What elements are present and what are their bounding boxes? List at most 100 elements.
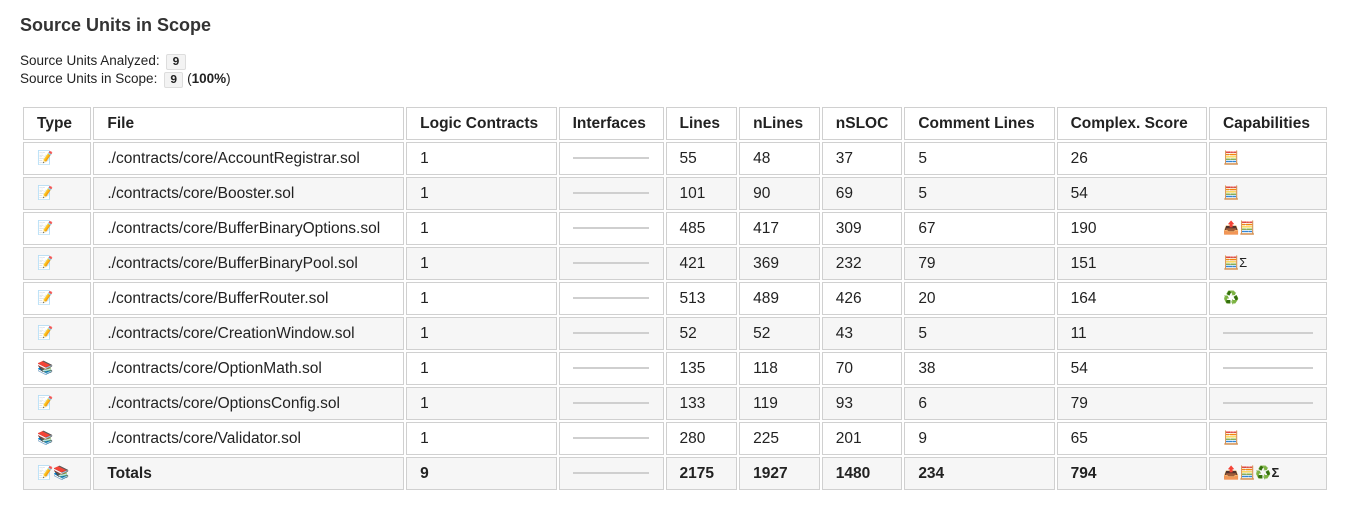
cell-logic: 1 bbox=[406, 212, 557, 245]
cell-type: 📝 bbox=[23, 212, 92, 245]
cell-nlines: 119 bbox=[739, 387, 820, 420]
cell-nsloc: 37 bbox=[821, 142, 903, 175]
cell-file: ./contracts/core/Booster.sol bbox=[93, 177, 405, 210]
cell-nlines: 417 bbox=[739, 212, 820, 245]
totals-nsloc: 1480 bbox=[821, 457, 903, 490]
cell-complex: 79 bbox=[1056, 387, 1207, 420]
header-type: Type bbox=[23, 107, 92, 140]
cell-nlines: 489 bbox=[739, 282, 820, 315]
capabilities-icons: 📤🧮♻️Σ bbox=[1222, 465, 1280, 481]
report-page: Source Units in Scope Source Units Analy… bbox=[0, 0, 1349, 505]
cell-interfaces bbox=[558, 387, 664, 420]
cell-capabilities bbox=[1208, 317, 1327, 350]
memo-books-icon: 📝📚 bbox=[37, 465, 70, 481]
memo-icon: 📝 bbox=[37, 150, 54, 166]
header-nsloc: nSLOC bbox=[821, 107, 903, 140]
totals-interfaces bbox=[558, 457, 664, 490]
cell-comments: 20 bbox=[904, 282, 1055, 315]
cell-interfaces bbox=[558, 177, 664, 210]
capabilities-icons: ♻️ bbox=[1222, 290, 1240, 306]
capabilities-icons: 🧮 bbox=[1222, 185, 1240, 201]
cell-complex: 190 bbox=[1056, 212, 1207, 245]
empty-dash bbox=[1222, 367, 1313, 370]
header-file: File bbox=[93, 107, 405, 140]
cell-capabilities bbox=[1208, 387, 1327, 420]
empty-dash bbox=[1222, 332, 1313, 335]
memo-icon: 📝 bbox=[37, 220, 54, 236]
cell-nlines: 52 bbox=[739, 317, 820, 350]
cell-type: 📝 bbox=[23, 317, 92, 350]
cell-interfaces bbox=[558, 282, 664, 315]
cell-capabilities: 📤🧮 bbox=[1208, 212, 1327, 245]
table-row: 📝 ./contracts/core/Booster.sol 1 101 90 69 5 54… bbox=[23, 177, 1327, 210]
header-logic-contracts: Logic Contracts bbox=[406, 107, 557, 140]
table-row: 📝 ./contracts/core/AccountRegistrar.sol 1 5… bbox=[23, 142, 1327, 175]
cell-lines: 133 bbox=[665, 387, 738, 420]
empty-dash bbox=[1222, 402, 1313, 405]
totals-logic: 9 bbox=[406, 457, 557, 490]
cell-capabilities: ♻️ bbox=[1208, 282, 1327, 315]
cell-file: ./contracts/core/AccountRegistrar.sol bbox=[93, 142, 405, 175]
cell-file: ./contracts/core/CreationWindow.sol bbox=[93, 317, 405, 350]
table-row: 📚 ./contracts/core/Validator.sol 1 280 225 20… bbox=[23, 422, 1327, 455]
cell-comments: 5 bbox=[904, 177, 1055, 210]
memo-icon: 📝 bbox=[37, 255, 54, 271]
empty-dash bbox=[572, 367, 649, 370]
cell-logic: 1 bbox=[406, 177, 557, 210]
empty-dash bbox=[572, 297, 649, 300]
source-units-table: Type File Logic Contracts Interfaces Lin… bbox=[21, 105, 1329, 492]
summary-scope-pct-wrap: (100%) bbox=[187, 71, 231, 86]
empty-dash bbox=[572, 437, 649, 440]
cell-interfaces bbox=[558, 317, 664, 350]
table-row: 📝 ./contracts/core/BufferBinaryOptions.so… bbox=[23, 212, 1327, 245]
cell-interfaces bbox=[558, 352, 664, 385]
empty-dash bbox=[572, 472, 649, 475]
cell-nsloc: 70 bbox=[821, 352, 903, 385]
cell-comments: 9 bbox=[904, 422, 1055, 455]
summary-scope-label: Source Units in Scope: bbox=[20, 71, 158, 86]
books-icon: 📚 bbox=[37, 360, 54, 376]
summary-analyzed-label: Source Units Analyzed: bbox=[20, 53, 160, 68]
cell-interfaces bbox=[558, 247, 664, 280]
summary-analyzed-value: 9 bbox=[166, 54, 186, 70]
cell-nlines: 225 bbox=[739, 422, 820, 455]
cell-logic: 1 bbox=[406, 142, 557, 175]
header-capabilities: Capabilities bbox=[1208, 107, 1327, 140]
cell-complex: 54 bbox=[1056, 177, 1207, 210]
cell-nlines: 118 bbox=[739, 352, 820, 385]
cell-capabilities: 🧮Σ bbox=[1208, 247, 1327, 280]
cell-file: ./contracts/core/OptionsConfig.sol bbox=[93, 387, 405, 420]
cell-logic: 1 bbox=[406, 282, 557, 315]
empty-dash bbox=[572, 157, 649, 160]
cell-lines: 52 bbox=[665, 317, 738, 350]
table-header-row: Type File Logic Contracts Interfaces Lin… bbox=[23, 107, 1327, 140]
cell-type: 📚 bbox=[23, 352, 92, 385]
cell-complex: 164 bbox=[1056, 282, 1207, 315]
page-title: Source Units in Scope bbox=[20, 15, 212, 35]
totals-complex: 794 bbox=[1056, 457, 1207, 490]
cell-nsloc: 43 bbox=[821, 317, 903, 350]
empty-dash bbox=[572, 332, 649, 335]
summary-scope-pct: 100% bbox=[191, 71, 227, 86]
memo-icon: 📝 bbox=[37, 290, 54, 306]
header-interfaces: Interfaces bbox=[558, 107, 664, 140]
totals-label: Totals bbox=[93, 457, 405, 490]
cell-nsloc: 232 bbox=[821, 247, 903, 280]
empty-dash bbox=[572, 192, 649, 195]
table-row: 📚 ./contracts/core/OptionMath.sol 1 135 118 7… bbox=[23, 352, 1327, 385]
header-comment-lines: Comment Lines bbox=[904, 107, 1055, 140]
cell-logic: 1 bbox=[406, 387, 557, 420]
cell-capabilities: 🧮 bbox=[1208, 422, 1327, 455]
empty-dash bbox=[572, 227, 649, 230]
cell-interfaces bbox=[558, 422, 664, 455]
cell-nlines: 90 bbox=[739, 177, 820, 210]
cell-lines: 101 bbox=[665, 177, 738, 210]
totals-type: 📝📚 bbox=[23, 457, 92, 490]
table-row: 📝 ./contracts/core/OptionsConfig.sol 1 133 1… bbox=[23, 387, 1327, 420]
cell-lines: 280 bbox=[665, 422, 738, 455]
cell-capabilities: 🧮 bbox=[1208, 177, 1327, 210]
totals-lines: 2175 bbox=[665, 457, 738, 490]
cell-interfaces bbox=[558, 142, 664, 175]
table-row: 📝 ./contracts/core/BufferBinaryPool.sol 1 4… bbox=[23, 247, 1327, 280]
cell-interfaces bbox=[558, 212, 664, 245]
